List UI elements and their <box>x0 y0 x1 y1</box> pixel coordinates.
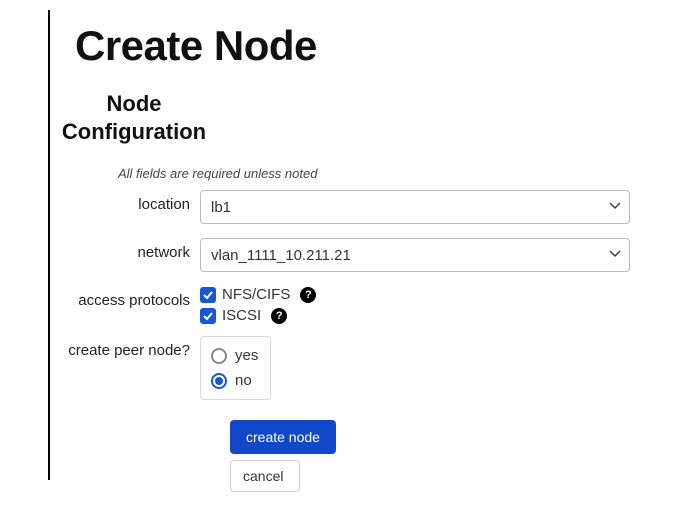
location-select[interactable]: lb1 <box>200 190 630 224</box>
chevron-down-icon <box>609 202 619 212</box>
form-actions: create node cancel <box>230 420 650 492</box>
form-hint: All fields are required unless noted <box>118 166 317 181</box>
network-select[interactable]: vlan_1111_10.211.21 <box>200 238 630 272</box>
create-node-button[interactable]: create node <box>230 420 336 454</box>
peer-node-yes-option[interactable]: yes <box>211 343 258 368</box>
cancel-button[interactable]: cancel <box>230 460 300 492</box>
chevron-down-icon <box>609 250 619 260</box>
peer-node-yes-radio[interactable] <box>211 348 227 364</box>
iscsi-label: ISCSI <box>222 307 261 324</box>
peer-node-label: create peer node? <box>60 336 200 359</box>
help-icon[interactable]: ? <box>300 287 316 303</box>
network-value: vlan_1111_10.211.21 <box>211 247 351 264</box>
access-protocols-label: access protocols <box>60 286 200 309</box>
page-title: Create Node <box>75 22 317 70</box>
network-label: network <box>60 238 200 261</box>
peer-node-no-radio[interactable] <box>211 373 227 389</box>
peer-node-radio-group: yes no <box>200 336 271 400</box>
access-protocol-option: ISCSI ? <box>200 307 650 324</box>
location-value: lb1 <box>211 199 231 216</box>
peer-node-no-label: no <box>235 372 252 389</box>
nfs-cifs-checkbox[interactable] <box>200 287 216 303</box>
form: location lb1 network vlan_1111_10.211.21… <box>60 190 650 492</box>
iscsi-checkbox[interactable] <box>200 308 216 324</box>
page-left-border <box>48 10 50 480</box>
section-title: Node Configuration <box>54 90 214 145</box>
location-label: location <box>60 190 200 213</box>
help-icon[interactable]: ? <box>271 308 287 324</box>
peer-node-no-option[interactable]: no <box>211 368 258 393</box>
nfs-cifs-label: NFS/CIFS <box>222 286 290 303</box>
access-protocol-option: NFS/CIFS ? <box>200 286 650 303</box>
peer-node-yes-label: yes <box>235 347 258 364</box>
